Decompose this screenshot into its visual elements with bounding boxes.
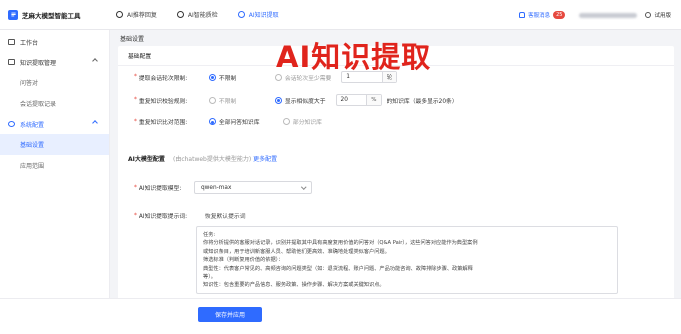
field-label: AI知识提取模型: [138, 186, 182, 192]
extract-icon [237, 11, 245, 18]
radio-all-kb[interactable]: 全部问答知识库 [208, 117, 273, 126]
radio-unlimited[interactable]: 不限制 [208, 96, 265, 105]
sidebar: 工作台 知识提取管理 问答对 会话提取记录 系统配置 基础设置 应用范围 [0, 30, 110, 334]
sidebar-label: 工作台 [20, 39, 39, 47]
note-text: (由chatweb提供大模型能力) [172, 156, 252, 163]
radio-unlimited[interactable]: 不限制 [208, 73, 265, 82]
reset-prompt-button[interactable]: 恢复默认提示词 [205, 211, 246, 220]
brand: 芝麻大模型智能工具 [0, 9, 110, 20]
row-duplicate-rule: * 重复知识校验规则: 不限制 显示相似度大于 20 % 的知识库（最多显示20… [134, 94, 458, 106]
sidebar-label: 知识提取管理 [20, 59, 57, 67]
prompt-line: 或知识条目，用于培训新客服人员、帮助他们更高效、准确地处理类似客户问题。 [203, 248, 390, 255]
option-label: 全部问答知识库 [218, 120, 260, 126]
service-label: 客服消息 [528, 13, 551, 19]
row-prompt: * AI知识提取提示词: 恢复默认提示词 [134, 211, 246, 221]
option-label: 不限制 [218, 98, 237, 105]
section-title-text: AI大模型配置 [128, 156, 165, 163]
chevron-down-icon [300, 184, 306, 190]
prompt-line: 等）。 [203, 274, 216, 281]
chevron-up-icon [92, 58, 98, 64]
tab-label: AI智能质检 [187, 12, 218, 19]
top-right: 客服消息 25 试用版 [519, 0, 671, 30]
radio-checked-icon [274, 96, 282, 104]
gear-icon [645, 12, 652, 18]
sidebar-label: 系统配置 [20, 121, 45, 129]
footer-bar: 保存并应用 [0, 298, 681, 334]
row-model: * AI知识提取模型: [134, 183, 182, 193]
prompt-line: 典型性：代表客户常见的、高频咨询的问题类型（如：退货流程、账户问题、产品功能咨询… [203, 265, 473, 272]
sidebar-item-scope[interactable]: 应用范围 [0, 155, 109, 176]
input-unit: % [366, 95, 381, 105]
select-value: qwen-max [201, 184, 232, 191]
user-menu[interactable]: 试用版 [645, 11, 671, 19]
field-label: AI知识提取提示词: [138, 214, 188, 220]
row-compare-scope: * 重复知识比对范围: 全部问答知识库 部分知识库 [134, 117, 332, 126]
bell-icon [519, 12, 526, 18]
model-select[interactable]: qwen-max [194, 181, 312, 194]
sidebar-item-extract-records[interactable]: 会话提取记录 [0, 93, 109, 114]
radio-unchecked-icon [208, 96, 216, 104]
sidebar-item-basic-settings[interactable]: 基础设置 [0, 134, 109, 155]
inspect-icon [176, 11, 184, 18]
sidebar-item-qa[interactable]: 问答对 [0, 72, 109, 93]
tab-label: AI推荐回复 [127, 12, 157, 19]
ai-section-title: AI大模型配置 (由chatweb提供大模型能力) 更多配置 [128, 154, 277, 163]
option-label: 部分知识库 [292, 120, 322, 126]
required-mark: * [134, 74, 137, 80]
tab-ai-reply[interactable]: AI推荐回复 [116, 0, 157, 30]
section-note: (由chatweb提供大模型能力) 更多配置 [173, 156, 277, 163]
tab-ai-inspect[interactable]: AI智能质检 [176, 0, 218, 30]
required-mark: * [134, 212, 137, 219]
prompt-line: 筛选标准（判断复用价值的依据）： [203, 257, 284, 264]
monitor-icon [8, 39, 15, 45]
top-bar: 芝麻大模型智能工具 AI推荐回复 AI智能质检 AI知识提取 客服消息 25 试… [0, 0, 681, 30]
prompt-textarea[interactable]: 任务: 你将分析提供的客服对话记录，识别并提取其中具有高度复用价值的问答对（Q&… [196, 226, 618, 294]
field-label: 重复知识校验规则: [138, 98, 188, 105]
save-apply-button[interactable]: 保存并应用 [198, 307, 262, 322]
app-title: 芝麻大模型智能工具 [22, 11, 81, 20]
overlay-title: AI知识提取 [276, 40, 432, 74]
sidebar-group-system[interactable]: 系统配置 [0, 114, 109, 134]
required-mark: * [134, 118, 137, 125]
input-value: 20 [340, 97, 348, 103]
settings-icon [8, 121, 15, 127]
app-logo-icon [8, 9, 18, 20]
radio-similarity[interactable]: 显示相似度大于 [274, 96, 326, 105]
radio-checked-icon [208, 73, 216, 81]
more-config-link[interactable]: 更多配置 [253, 156, 277, 163]
settings-card: 基础配置 * 提取会话轮次限制: 不限制 会话轮次至少需要 1 轮 * 重复知识… [118, 46, 674, 334]
required-mark: * [134, 97, 137, 103]
radio-partial-kb[interactable]: 部分知识库 [282, 117, 322, 126]
field-label: 重复知识比对范围: [138, 120, 188, 126]
tab-label: AI知识提取 [248, 12, 279, 19]
prompt-line: 你将分析提供的客服对话记录，识别并提取其中具有高度复用价值的问答对（Q&A Pa… [203, 240, 478, 247]
top-tabs: AI推荐回复 AI智能质检 AI知识提取 [116, 0, 299, 30]
tab-ai-extract[interactable]: AI知识提取 [237, 0, 279, 30]
sidebar-group-knowledge[interactable]: 知识提取管理 [0, 52, 109, 72]
user-label: 试用版 [654, 13, 671, 19]
field-label: 提取会话轮次限制: [138, 75, 188, 82]
prompt-line: 知识性：包含重要的产品信息、服务政策、操作步骤、解决方案或关键知识点。 [203, 282, 385, 289]
prompt-line: 任务: [203, 232, 216, 238]
option-label: 显示相似度大于 [284, 98, 326, 105]
reply-icon [116, 11, 123, 18]
message-count-badge: 25 [553, 11, 566, 19]
similarity-suffix: 的知识库（最多显示20条） [386, 98, 458, 105]
radio-unchecked-icon [282, 118, 290, 125]
required-mark: * [134, 184, 137, 191]
service-messages-link[interactable]: 客服消息 25 [519, 11, 566, 19]
option-label: 不限制 [218, 75, 237, 82]
similarity-input[interactable]: 20 % [335, 94, 382, 106]
radio-checked-icon [208, 118, 216, 125]
database-icon [8, 59, 15, 65]
sidebar-item-workspace[interactable]: 工作台 [0, 32, 109, 52]
chevron-up-icon [92, 120, 98, 126]
blurred-account [579, 12, 638, 18]
